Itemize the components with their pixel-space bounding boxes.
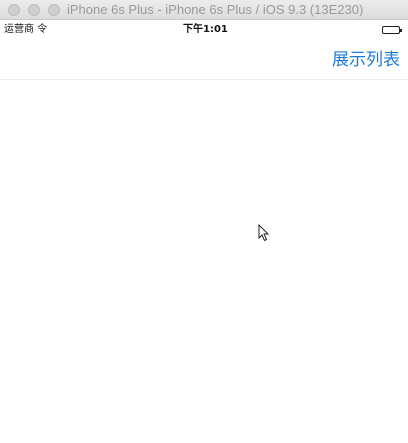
- window-title: iPhone 6s Plus - iPhone 6s Plus / iOS 9.…: [67, 2, 364, 17]
- minimize-window-button[interactable]: [28, 4, 40, 16]
- navigation-bar: 展示列表: [0, 40, 408, 80]
- close-window-button[interactable]: [8, 4, 20, 16]
- status-time: 下午1:01: [183, 24, 228, 35]
- main-content-area: [0, 80, 408, 443]
- mouse-pointer-icon: [258, 224, 270, 242]
- carrier-label: 运营商 令: [4, 24, 48, 35]
- zoom-window-button[interactable]: [48, 4, 60, 16]
- ios-status-bar: 运营商 令 下午1:01: [0, 20, 408, 40]
- window-titlebar: iPhone 6s Plus - iPhone 6s Plus / iOS 9.…: [0, 0, 408, 20]
- show-list-button[interactable]: 展示列表: [332, 50, 400, 70]
- battery-icon: [382, 26, 402, 34]
- simulator-window: iPhone 6s Plus - iPhone 6s Plus / iOS 9.…: [0, 0, 408, 443]
